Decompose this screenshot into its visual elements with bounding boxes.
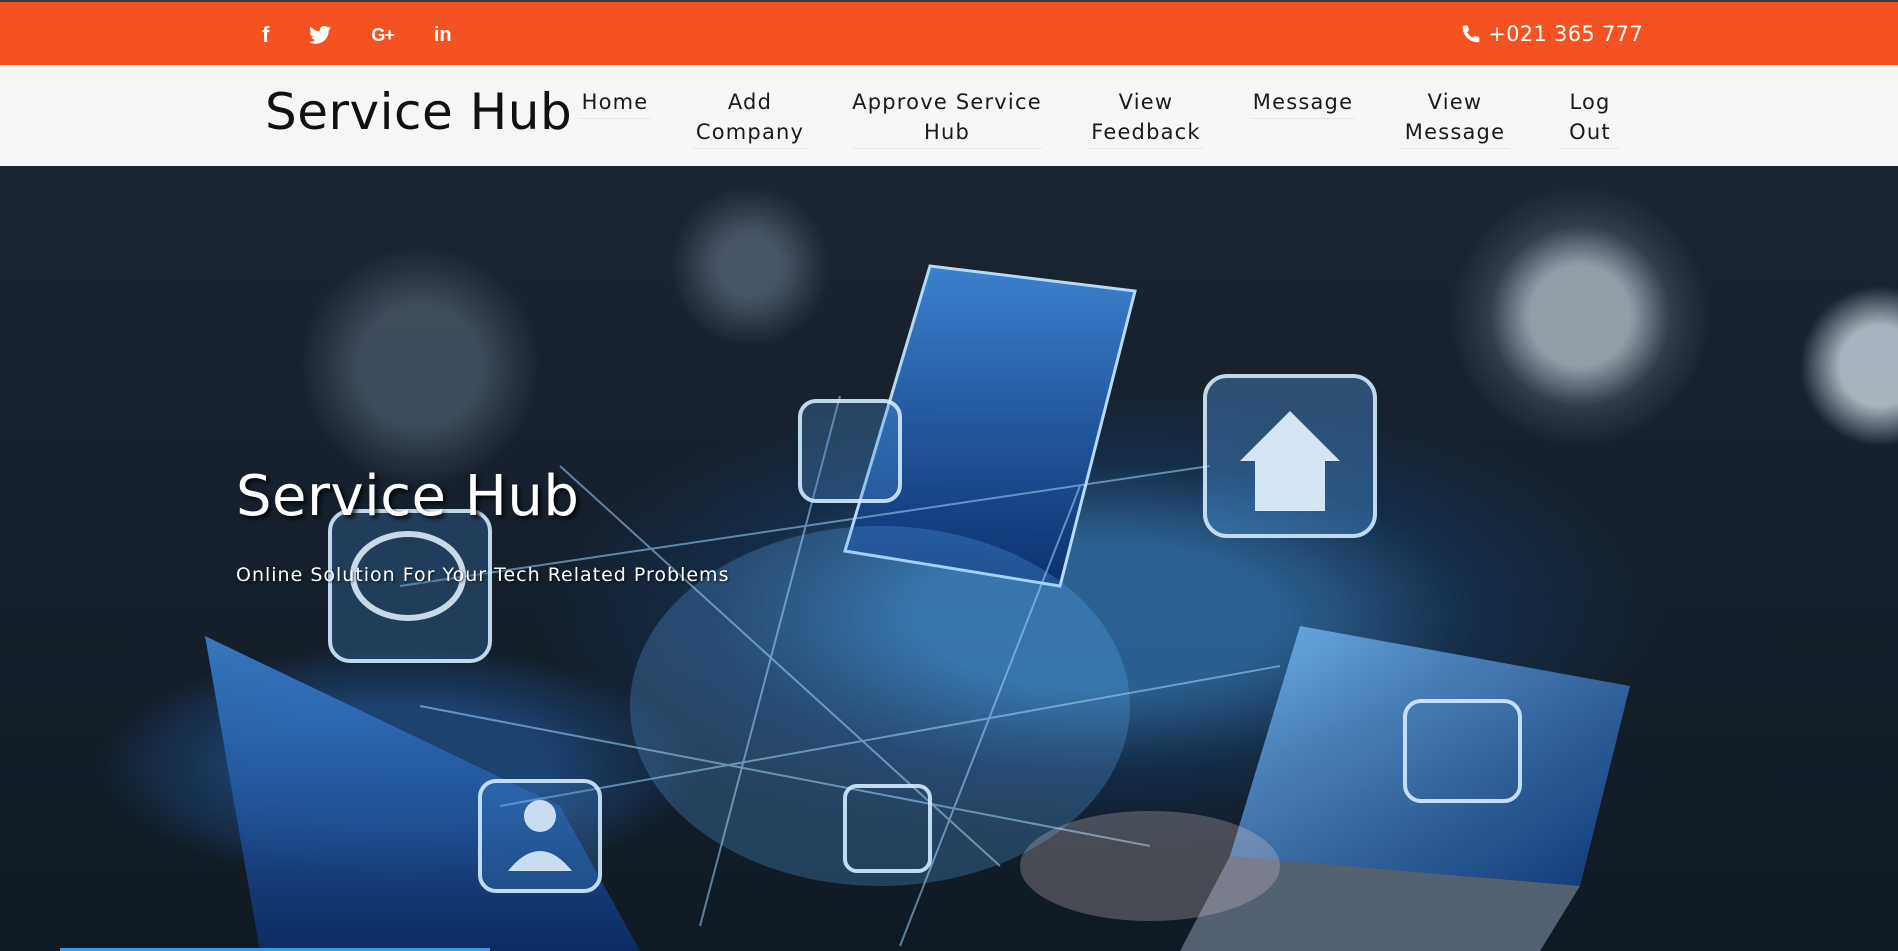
hero-subtitle: Online Solution For Your Tech Related Pr… <box>236 564 730 586</box>
hero-background-image <box>205 264 1630 951</box>
nav-view-feedback[interactable]: View Feedback <box>1088 87 1204 149</box>
nav-home-label: Home <box>581 90 649 114</box>
hero-title: Service Hub <box>236 464 580 529</box>
nav-message-label: Message <box>1252 90 1354 114</box>
twitter-icon[interactable] <box>309 20 332 50</box>
top-bar: f G+ in +021 365 777 <box>0 0 1898 65</box>
nav-log-out[interactable]: Log Out <box>1560 87 1620 149</box>
facebook-icon[interactable]: f <box>262 20 269 50</box>
nav-message[interactable]: Message <box>1250 87 1356 119</box>
phone-number: +021 365 777 <box>1488 22 1643 46</box>
nav-add-company-label-2: Company <box>695 120 805 144</box>
hero-banner: Service Hub Online Solution For Your Tec… <box>0 166 1898 951</box>
google-plus-icon[interactable]: G+ <box>371 20 394 50</box>
brand-logo[interactable]: Service Hub <box>265 83 572 141</box>
phone-icon <box>1462 25 1480 43</box>
nav-log-out-label-2: Out <box>1569 120 1611 144</box>
nav-view-feedback-label-1: View <box>1118 90 1174 114</box>
main-navbar: Service Hub Home Add Company Approve Ser… <box>0 65 1898 166</box>
nav-home[interactable]: Home <box>578 87 652 119</box>
nav-add-company-label-1: Add <box>727 90 773 114</box>
nav-view-message[interactable]: View Message <box>1400 87 1510 149</box>
nav-approve-label-1: Approve Service <box>852 90 1042 114</box>
social-links: f G+ in <box>262 20 492 50</box>
nav-view-message-label-2: Message <box>1404 120 1506 144</box>
phone-contact[interactable]: +021 365 777 <box>1461 22 1643 46</box>
nav-approve-label-2: Hub <box>923 120 971 144</box>
nav-approve-service-hub[interactable]: Approve Service Hub <box>852 87 1042 149</box>
linkedin-icon[interactable]: in <box>434 20 452 50</box>
nav-view-message-label-1: View <box>1427 90 1483 114</box>
nav-view-feedback-label-2: Feedback <box>1091 120 1201 144</box>
nav-log-out-label-1: Log <box>1569 90 1611 114</box>
nav-add-company[interactable]: Add Company <box>693 87 807 149</box>
